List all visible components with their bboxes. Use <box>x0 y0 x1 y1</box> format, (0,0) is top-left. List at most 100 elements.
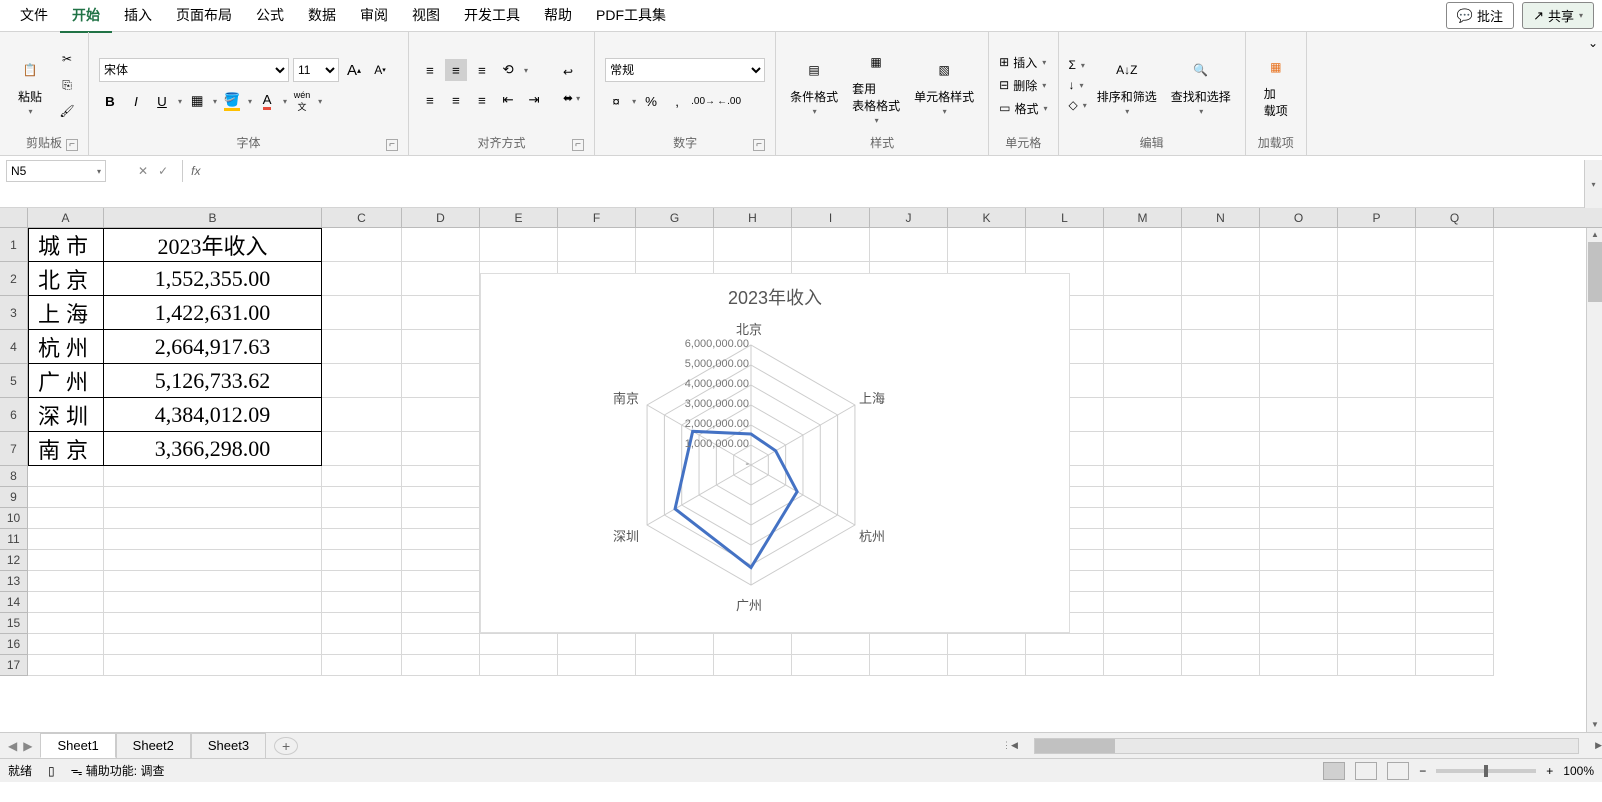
cell-O2[interactable] <box>1260 262 1338 296</box>
cell-Q10[interactable] <box>1416 508 1494 529</box>
cell-A13[interactable] <box>28 571 104 592</box>
cell-M12[interactable] <box>1104 550 1182 571</box>
find-select-button[interactable]: 🔍查找和选择▾ <box>1167 52 1235 118</box>
cell-N7[interactable] <box>1182 432 1260 466</box>
page-layout-view-button[interactable] <box>1355 762 1377 780</box>
cell-M10[interactable] <box>1104 508 1182 529</box>
cell-N16[interactable] <box>1182 634 1260 655</box>
autosum-button[interactable]: Σ▾ <box>1069 58 1087 72</box>
cell-M17[interactable] <box>1104 655 1182 676</box>
merge-button[interactable]: ⬌▾ <box>559 89 584 107</box>
row-header-14[interactable]: 14 <box>0 592 28 613</box>
cell-B8[interactable] <box>104 466 322 487</box>
orientation-button[interactable]: ⟲ <box>497 59 519 81</box>
cell-N12[interactable] <box>1182 550 1260 571</box>
cell-D16[interactable] <box>402 634 480 655</box>
cell-C6[interactable] <box>322 398 402 432</box>
hscroll-left[interactable]: ◀ <box>1011 740 1018 751</box>
cell-Q12[interactable] <box>1416 550 1494 571</box>
comma-button[interactable]: , <box>666 90 688 112</box>
cell-P7[interactable] <box>1338 432 1416 466</box>
sheet-tab-Sheet1[interactable]: Sheet1 <box>40 733 115 758</box>
row-header-13[interactable]: 13 <box>0 571 28 592</box>
cell-C1[interactable] <box>322 228 402 262</box>
cell-N4[interactable] <box>1182 330 1260 364</box>
cell-G17[interactable] <box>636 655 714 676</box>
column-header-K[interactable]: K <box>948 208 1026 227</box>
normal-view-button[interactable] <box>1323 762 1345 780</box>
cell-N6[interactable] <box>1182 398 1260 432</box>
row-header-4[interactable]: 4 <box>0 330 28 364</box>
cell-D12[interactable] <box>402 550 480 571</box>
cell-A11[interactable] <box>28 529 104 550</box>
cell-P16[interactable] <box>1338 634 1416 655</box>
cell-B15[interactable] <box>104 613 322 634</box>
cell-B12[interactable] <box>104 550 322 571</box>
cell-M15[interactable] <box>1104 613 1182 634</box>
font-color-button[interactable]: A <box>256 90 278 112</box>
column-header-E[interactable]: E <box>480 208 558 227</box>
cell-C9[interactable] <box>322 487 402 508</box>
row-header-3[interactable]: 3 <box>0 296 28 330</box>
cell-O8[interactable] <box>1260 466 1338 487</box>
cell-L17[interactable] <box>1026 655 1104 676</box>
cell-D14[interactable] <box>402 592 480 613</box>
cell-P4[interactable] <box>1338 330 1416 364</box>
cell-Q8[interactable] <box>1416 466 1494 487</box>
row-header-2[interactable]: 2 <box>0 262 28 296</box>
cell-B7[interactable]: 3,366,298.00 <box>104 432 322 466</box>
cell-C12[interactable] <box>322 550 402 571</box>
row-header-12[interactable]: 12 <box>0 550 28 571</box>
cell-C16[interactable] <box>322 634 402 655</box>
column-header-M[interactable]: M <box>1104 208 1182 227</box>
column-header-F[interactable]: F <box>558 208 636 227</box>
cell-C13[interactable] <box>322 571 402 592</box>
cell-P6[interactable] <box>1338 398 1416 432</box>
cell-O13[interactable] <box>1260 571 1338 592</box>
cell-D11[interactable] <box>402 529 480 550</box>
cell-F16[interactable] <box>558 634 636 655</box>
cell-C10[interactable] <box>322 508 402 529</box>
number-launcher[interactable]: ⌐ <box>753 139 765 151</box>
cell-Q15[interactable] <box>1416 613 1494 634</box>
cell-Q7[interactable] <box>1416 432 1494 466</box>
menu-视图[interactable]: 视图 <box>400 0 452 33</box>
cell-B3[interactable]: 1,422,631.00 <box>104 296 322 330</box>
collapse-ribbon-button[interactable]: ⌄ <box>1584 32 1602 155</box>
cell-B14[interactable] <box>104 592 322 613</box>
cell-Q2[interactable] <box>1416 262 1494 296</box>
cell-A6[interactable]: 深圳 <box>28 398 104 432</box>
cell-L16[interactable] <box>1026 634 1104 655</box>
format-painter-button[interactable]: 🖌 <box>56 100 78 122</box>
cell-Q14[interactable] <box>1416 592 1494 613</box>
cell-G16[interactable] <box>636 634 714 655</box>
insert-cells-button[interactable]: ⊞插入▾ <box>999 54 1047 71</box>
column-header-D[interactable]: D <box>402 208 480 227</box>
cell-C2[interactable] <box>322 262 402 296</box>
cell-C17[interactable] <box>322 655 402 676</box>
cell-C3[interactable] <box>322 296 402 330</box>
font-family-select[interactable]: 宋体 <box>99 58 289 82</box>
decrease-indent-button[interactable]: ⇤ <box>497 89 519 111</box>
cell-N5[interactable] <box>1182 364 1260 398</box>
align-center-button[interactable]: ≡ <box>445 89 467 111</box>
menu-PDF工具集[interactable]: PDF工具集 <box>584 0 678 33</box>
cell-K16[interactable] <box>948 634 1026 655</box>
phonetic-button[interactable]: wén文 <box>291 90 313 112</box>
cell-O6[interactable] <box>1260 398 1338 432</box>
number-format-select[interactable]: 常规 <box>605 58 765 82</box>
column-header-B[interactable]: B <box>104 208 322 227</box>
align-launcher[interactable]: ⌐ <box>572 139 584 151</box>
cell-M4[interactable] <box>1104 330 1182 364</box>
share-button[interactable]: ↗共享▾ <box>1522 2 1594 29</box>
cell-P5[interactable] <box>1338 364 1416 398</box>
zoom-in-button[interactable]: + <box>1546 764 1553 778</box>
cell-O9[interactable] <box>1260 487 1338 508</box>
align-right-button[interactable]: ≡ <box>471 89 493 111</box>
align-top-button[interactable]: ≡ <box>419 59 441 81</box>
font-launcher[interactable]: ⌐ <box>386 139 398 151</box>
cell-C4[interactable] <box>322 330 402 364</box>
cell-E16[interactable] <box>480 634 558 655</box>
cell-I16[interactable] <box>792 634 870 655</box>
cell-B1[interactable]: 2023年收入 <box>104 228 322 262</box>
